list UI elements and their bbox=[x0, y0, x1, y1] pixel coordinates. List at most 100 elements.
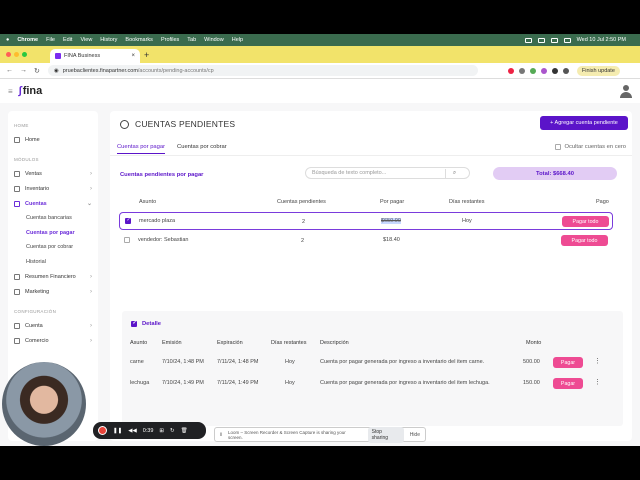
hide-zero-checkbox[interactable]: Ocultar cuentas en cero bbox=[555, 144, 626, 150]
extension-icon[interactable] bbox=[518, 67, 525, 74]
clock[interactable]: Wed 10 Jul 2:50 PM bbox=[577, 37, 626, 43]
menu-profiles[interactable]: Profiles bbox=[161, 37, 179, 43]
row-checkbox[interactable] bbox=[125, 217, 131, 224]
column-header: Asunto bbox=[139, 199, 157, 205]
tab-cuentas-por-pagar[interactable]: Cuentas por pagar bbox=[117, 144, 166, 154]
extension-icon[interactable] bbox=[529, 67, 536, 74]
stop-record-icon[interactable] bbox=[98, 426, 107, 435]
restart-icon[interactable]: ↻ bbox=[170, 428, 175, 434]
search-input[interactable]: Búsqueda de texto completo... ⌕ bbox=[305, 167, 470, 179]
more-options-icon[interactable]: ⋮ bbox=[594, 378, 601, 386]
back-icon[interactable]: ← bbox=[6, 67, 13, 75]
menu-history[interactable]: History bbox=[100, 37, 117, 43]
row-pendientes: 2 bbox=[301, 238, 305, 244]
sidebar-item-comercio[interactable]: Comercio › bbox=[8, 333, 98, 348]
close-tab-icon[interactable]: × bbox=[131, 53, 135, 59]
page-title: CUENTAS PENDIENTES bbox=[135, 119, 236, 129]
trash-icon[interactable]: 🗑 bbox=[181, 428, 188, 434]
pay-button[interactable]: Pagar bbox=[553, 378, 583, 389]
extension-icon[interactable] bbox=[551, 67, 558, 74]
url-input[interactable]: ◉ pruebaclientes.finapartner.com/account… bbox=[47, 65, 478, 76]
sidebar-item-inventario[interactable]: Inventario › bbox=[8, 181, 98, 196]
chart-icon bbox=[14, 273, 20, 280]
grid-icon[interactable]: ⊞ bbox=[159, 428, 164, 434]
forward-icon[interactable]: → bbox=[20, 67, 27, 75]
menu-window[interactable]: Window bbox=[204, 37, 224, 43]
status-icon[interactable] bbox=[524, 37, 532, 43]
row-por-pagar: $18.40 bbox=[383, 237, 400, 243]
menu-tab[interactable]: Tab bbox=[187, 37, 196, 43]
finish-update-button[interactable]: Finish update bbox=[576, 65, 620, 76]
site-info-icon[interactable]: ◉ bbox=[54, 68, 59, 74]
screen-share-banner: ⦀ Loom – Screen Recorder & Screen Captur… bbox=[214, 426, 426, 443]
share-icon: ⦀ bbox=[220, 432, 222, 437]
battery-icon[interactable] bbox=[550, 37, 558, 43]
extension-icon[interactable] bbox=[507, 67, 514, 74]
column-header: Días restantes bbox=[449, 199, 485, 205]
pay-button[interactable]: Pagar bbox=[553, 357, 583, 368]
table-row[interactable]: vendedor: Sebastian 2 $18.40 Pagar todo bbox=[119, 232, 613, 250]
detail-descripcion: Cuenta por pagar generada por ingreso a … bbox=[320, 380, 490, 386]
sidebar-item-resumen-financiero[interactable]: Resumen Financiero › bbox=[8, 269, 98, 284]
sidebar-item-home[interactable]: Home bbox=[8, 132, 98, 147]
search-icon[interactable]: ⌕ bbox=[445, 168, 463, 178]
row-por-pagar: $650.00 bbox=[381, 218, 401, 224]
rewind-icon[interactable]: ◀◀ bbox=[128, 428, 136, 434]
pay-all-button[interactable]: Pagar todo bbox=[562, 216, 609, 227]
detail-dias: Hoy bbox=[285, 380, 295, 386]
sidebar-subitem-historial[interactable]: Historial bbox=[8, 255, 98, 270]
reload-icon[interactable]: ↻ bbox=[34, 67, 40, 75]
sidebar-subitem-cuentas-bancarias[interactable]: Cuentas bancarias bbox=[8, 211, 98, 226]
table-header: Asunto Cuentas pendientes Por pagar Días… bbox=[110, 199, 632, 209]
minimize-window-icon[interactable] bbox=[14, 52, 19, 57]
menu-help[interactable]: Help bbox=[232, 37, 243, 43]
menu-file[interactable]: File bbox=[46, 37, 55, 43]
sidebar-item-cuenta[interactable]: Cuenta › bbox=[8, 318, 98, 333]
chevron-right-icon: › bbox=[90, 322, 92, 329]
sidebar-item-ventas[interactable]: Ventas › bbox=[8, 166, 98, 181]
stop-sharing-button[interactable]: Stop sharing bbox=[367, 426, 404, 443]
chevron-right-icon: › bbox=[90, 185, 92, 192]
search-placeholder: Búsqueda de texto completo... bbox=[312, 170, 387, 176]
extension-icon[interactable] bbox=[540, 67, 547, 74]
sidebar-item-label: Ventas bbox=[25, 170, 42, 177]
wifi-icon[interactable] bbox=[563, 37, 571, 43]
detail-asunto: carne bbox=[130, 359, 144, 365]
avatar[interactable] bbox=[562, 67, 569, 74]
sidebar-subitem-cuentas-por-cobrar[interactable]: Cuentas por cobrar bbox=[8, 240, 98, 255]
pause-icon[interactable]: ❚❚ bbox=[113, 428, 122, 434]
column-header: Expiración bbox=[217, 340, 243, 346]
user-icon[interactable] bbox=[620, 85, 632, 98]
menu-app[interactable]: Chrome bbox=[17, 37, 38, 43]
sidebar-subitem-cuentas-por-pagar[interactable]: Cuentas por pagar bbox=[8, 226, 98, 241]
box-icon bbox=[14, 185, 20, 192]
tab-cuentas-por-cobrar[interactable]: Cuentas por cobrar bbox=[177, 144, 227, 154]
menu-view[interactable]: View bbox=[80, 37, 92, 43]
table-row[interactable]: mercado plaza 2 $650.00 Hoy Pagar todo bbox=[119, 212, 613, 230]
sidebar-item-marketing[interactable]: Marketing › bbox=[8, 284, 98, 299]
row-checkbox[interactable] bbox=[124, 237, 130, 243]
maximize-window-icon[interactable] bbox=[22, 52, 27, 57]
more-options-icon[interactable]: ⋮ bbox=[594, 357, 601, 365]
menu-edit[interactable]: Edit bbox=[63, 37, 72, 43]
new-tab-icon[interactable]: + bbox=[144, 50, 149, 60]
home-icon bbox=[14, 136, 20, 143]
detail-checkbox[interactable] bbox=[131, 320, 137, 327]
status-icon[interactable] bbox=[537, 37, 545, 43]
favicon-icon bbox=[55, 53, 61, 59]
menu-icon[interactable]: ≡ bbox=[8, 87, 13, 96]
tab-title: FINA Business bbox=[64, 53, 101, 59]
pay-all-button[interactable]: Pagar todo bbox=[561, 235, 608, 246]
clock-icon bbox=[120, 119, 129, 129]
address-bar: ← → ↻ ◉ pruebaclientes.finapartner.com/a… bbox=[0, 63, 640, 79]
detail-monto: 500.00 bbox=[523, 359, 540, 365]
checkbox[interactable] bbox=[555, 144, 562, 150]
apple-icon[interactable]: ● bbox=[6, 37, 9, 43]
menu-bookmarks[interactable]: Bookmarks bbox=[125, 37, 153, 43]
webcam-bubble[interactable] bbox=[2, 362, 86, 446]
add-pending-account-button[interactable]: + Agregar cuenta pendiente bbox=[540, 116, 628, 130]
sidebar-item-cuentas[interactable]: Cuentas ⌄ bbox=[8, 196, 98, 211]
close-window-icon[interactable] bbox=[6, 52, 11, 57]
hide-button[interactable]: Hide bbox=[410, 432, 420, 438]
browser-tab[interactable]: FINA Business × bbox=[50, 49, 140, 63]
